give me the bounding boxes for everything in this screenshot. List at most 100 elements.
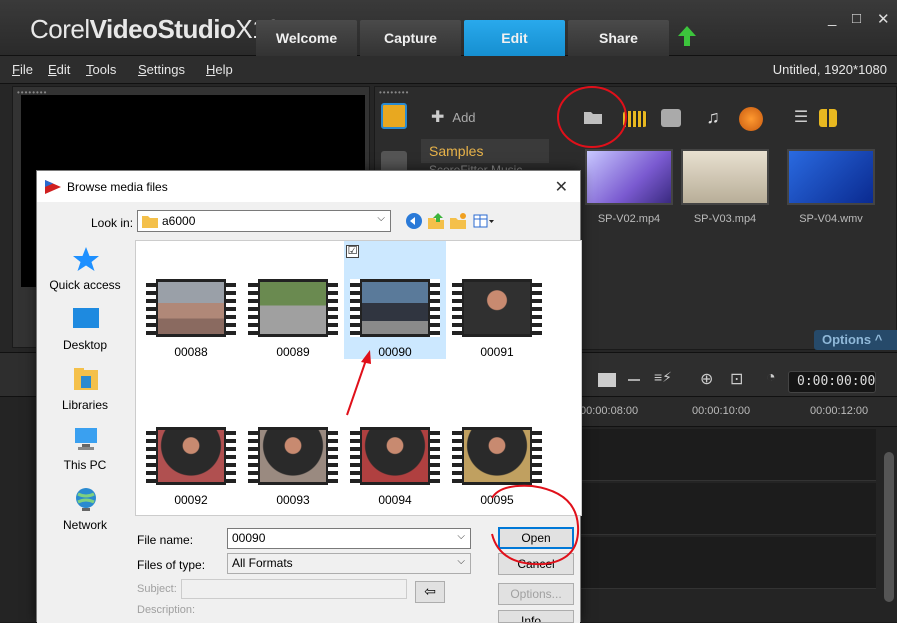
place-this-pc[interactable]: This PC xyxy=(39,426,131,486)
place-label: Libraries xyxy=(61,398,109,412)
place-network[interactable]: Network xyxy=(39,486,131,546)
main-tabs: Welcome Capture Edit Share xyxy=(256,20,669,56)
ruler-label: 00:00:10:00 xyxy=(692,405,751,417)
maximize-button[interactable]: □ xyxy=(852,10,861,27)
close-button[interactable]: ✕ xyxy=(877,10,890,28)
show-photos-icon[interactable] xyxy=(661,109,681,127)
dialog-title: Browse media files xyxy=(67,180,168,194)
panel-grip[interactable]: •••••••• xyxy=(379,88,409,97)
video-thumbnail xyxy=(248,427,338,485)
folder-item-samples[interactable]: Samples xyxy=(421,139,549,163)
file-name: 00092 xyxy=(174,493,208,507)
menu-edit[interactable]: Edit xyxy=(48,62,70,77)
file-item-00094[interactable]: 00094 xyxy=(344,389,446,507)
place-label: This PC xyxy=(63,458,107,472)
timeline-track[interactable] xyxy=(576,483,876,535)
network-icon xyxy=(76,488,96,511)
file-item-00090[interactable]: ☑ 00090 xyxy=(344,241,446,359)
zoom-in-icon[interactable]: ⊕ xyxy=(700,369,713,389)
new-folder-icon[interactable] xyxy=(449,212,467,230)
dialog-title-bar[interactable]: Browse media files ✕ xyxy=(37,171,580,202)
timeline-track[interactable] xyxy=(576,537,876,589)
logo-brand: Corel xyxy=(30,14,90,44)
files-of-type-label: Files of type: xyxy=(137,558,206,572)
tab-capture[interactable]: Capture xyxy=(360,20,461,56)
menu-file[interactable]: File xyxy=(12,62,33,77)
info-button[interactable]: Info... xyxy=(498,610,574,623)
file-item-00091[interactable]: 00091 xyxy=(446,241,548,359)
tab-edit[interactable]: Edit xyxy=(464,20,565,56)
thumbnail-label: SP-V02.mp4 xyxy=(597,213,661,225)
place-libraries[interactable]: Libraries xyxy=(39,366,131,426)
videostudio-logo-icon xyxy=(45,180,61,194)
file-item-00089[interactable]: 00089 xyxy=(242,241,344,359)
ruler-label: 00:00:12:00 xyxy=(810,405,869,417)
menu-help[interactable]: Help xyxy=(206,62,233,77)
files-of-type-select[interactable]: All Formats ⌵ xyxy=(227,553,471,574)
list-view-icon[interactable]: ☰ xyxy=(789,107,813,131)
subject-label: Subject: xyxy=(137,583,177,595)
project-info: Untitled, 1920*1080 xyxy=(772,62,887,77)
selection-checkbox[interactable]: ☑ xyxy=(346,245,359,258)
dialog-close-icon[interactable]: ✕ xyxy=(555,177,568,197)
thumbnail-label: SP-V03.mp4 xyxy=(693,213,757,225)
file-item-00095[interactable]: 00095 xyxy=(446,389,548,507)
show-audio-icon[interactable]: ♫ xyxy=(701,107,725,131)
timecode-display[interactable]: 0:00:00:00 xyxy=(788,371,876,393)
place-desktop[interactable]: Desktop xyxy=(39,306,131,366)
thumbnail-sp-v02[interactable] xyxy=(585,149,673,205)
add-folder-button[interactable]: ✚ Add xyxy=(431,107,476,127)
timeline-ruler[interactable]: 00:00:08:00 00:00:10:00 00:00:12:00 xyxy=(576,397,897,427)
cancel-button[interactable]: Cancel xyxy=(498,553,574,575)
zoom-slider-icon[interactable] xyxy=(628,379,640,381)
storyboard-view-icon[interactable] xyxy=(598,373,616,387)
videostudio-window: CorelVideoStudioX10 Welcome Capture Edit… xyxy=(0,0,897,623)
back-icon[interactable] xyxy=(405,212,423,230)
media-library-icon[interactable] xyxy=(381,103,407,129)
options-label: Options xyxy=(822,332,872,347)
file-item-00092[interactable]: 00092 xyxy=(140,389,242,507)
chevron-down-icon: ⌵ xyxy=(377,213,385,224)
minimize-button[interactable]: _ xyxy=(828,10,836,27)
file-name: 00095 xyxy=(480,493,514,507)
file-list[interactable]: 00088 00089 ☑ 00090 00091 00092 00093 00… xyxy=(135,240,582,516)
up-folder-icon[interactable] xyxy=(427,212,445,230)
file-name-input[interactable]: 00090 ⌵ xyxy=(227,528,471,549)
view-menu-icon[interactable] xyxy=(473,212,495,230)
file-name: 00091 xyxy=(480,345,514,359)
thumbnail-sp-v03[interactable] xyxy=(681,149,769,205)
tab-share[interactable]: Share xyxy=(568,20,669,56)
thumbnail-sp-v04[interactable] xyxy=(787,149,875,205)
arrow-left-button[interactable]: ⇦ xyxy=(415,581,445,603)
file-name: 00088 xyxy=(174,345,208,359)
title-bar: CorelVideoStudioX10 Welcome Capture Edit… xyxy=(0,0,897,56)
logo-product: VideoStudio xyxy=(89,14,236,44)
video-thumbnail xyxy=(350,427,440,485)
look-in-value: a6000 xyxy=(162,214,196,228)
place-quick-access[interactable]: Quick access xyxy=(39,246,131,306)
open-button[interactable]: Open xyxy=(498,527,574,549)
fit-project-icon[interactable]: ⊡ xyxy=(730,369,743,389)
video-thumbnail xyxy=(146,279,236,337)
show-videos-icon[interactable] xyxy=(623,111,647,127)
thumbnail-view-icon[interactable] xyxy=(819,109,837,127)
online-content-icon[interactable] xyxy=(739,107,763,131)
options-button[interactable]: Options ^ xyxy=(814,330,897,350)
import-folder-icon[interactable] xyxy=(581,105,605,129)
look-in-combo[interactable]: a6000 ⌵ xyxy=(137,210,391,232)
add-label: Add xyxy=(452,109,476,125)
file-item-00093[interactable]: 00093 xyxy=(242,389,344,507)
timeline-track[interactable] xyxy=(576,429,876,481)
timeline-scrollbar[interactable] xyxy=(884,452,894,602)
places-bar: Quick access Desktop Libraries This PC N… xyxy=(39,240,131,560)
folder-icon xyxy=(142,216,158,228)
tab-welcome[interactable]: Welcome xyxy=(256,20,357,56)
upload-arrow-icon[interactable] xyxy=(678,26,696,46)
smart-proxy-icon[interactable]: ≡⚡ xyxy=(654,369,672,386)
file-item-00088[interactable]: 00088 xyxy=(140,241,242,359)
menu-settings[interactable]: Settings xyxy=(138,62,185,77)
video-thumbnail xyxy=(146,427,236,485)
video-thumbnail xyxy=(350,279,440,337)
chevron-up-icon: ^ xyxy=(874,332,883,347)
menu-tools[interactable]: Tools xyxy=(86,62,116,77)
